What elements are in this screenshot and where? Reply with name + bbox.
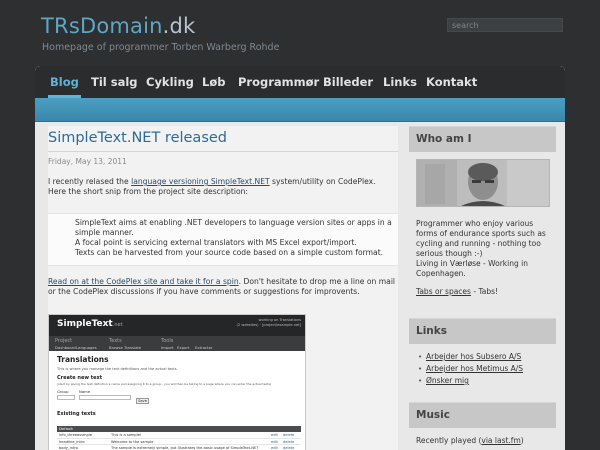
nav-item-blog[interactable]: Blog: [50, 75, 79, 89]
page-wrapper: Blog Til salg Cykling Løb Programmør Bil…: [35, 66, 565, 450]
simpletext-link[interactable]: language versioning SimpleText.NET: [131, 177, 270, 186]
screenshot-group-label: Group: [57, 389, 69, 394]
site-tagline: Homepage of programmer Torben Warberg Ro…: [42, 42, 280, 53]
nav-item-til-salg[interactable]: Til salg: [91, 75, 138, 89]
site-title-suffix: .dk: [162, 14, 196, 38]
screenshot-header: SimpleText.net working on Translations (2…: [49, 315, 305, 336]
screenshot-nav-header: Project: [55, 338, 73, 344]
screenshot-heading: Translations: [57, 355, 109, 364]
search-input[interactable]: [447, 18, 563, 32]
link-subsero[interactable]: Arbejder hos Subsero A/S: [426, 352, 521, 361]
screenshot-create-desc: (start by giving the text definition a n…: [57, 382, 272, 386]
post-readmore: Read on at the CodePlex site and take it…: [48, 277, 396, 287]
intro-text: I recently relased the: [48, 177, 132, 186]
tabs-or-spaces-link[interactable]: Tabs or spaces: [416, 287, 471, 296]
screenshot-name-field: [79, 395, 131, 400]
readmore-text: . Don't hesitate to drop me a line on ma…: [238, 277, 396, 286]
nav-item-billeder[interactable]: Billeder: [323, 75, 373, 89]
nav-item-cykling[interactable]: Cykling: [146, 75, 194, 89]
site-title[interactable]: TRsDomain.dk: [41, 14, 195, 38]
screenshot-nav-link: Export: [177, 345, 190, 350]
nav-item-links[interactable]: Links: [383, 75, 417, 89]
tabs-or-spaces: Tabs or spaces - Tabs!: [416, 287, 554, 297]
list-item: • Arbejder hos Metimus A/S: [418, 364, 523, 373]
screenshot-group-select: [57, 395, 75, 400]
screenshot-nav-link: Import: [161, 345, 174, 350]
screenshot-nav-link: Extractor: [195, 345, 213, 350]
screenshot-user-info: working on Translations (2 websites) · [p…: [236, 318, 301, 327]
screenshot-desc: This is where you manage the text defini…: [57, 367, 178, 371]
whoami-heading-box: Who am I: [409, 126, 556, 152]
post-intro-line2: Here the short snip from the project sit…: [48, 187, 248, 196]
simpletext-screenshot[interactable]: SimpleText.net working on Translations (2…: [48, 314, 306, 450]
bullet-icon: •: [418, 353, 423, 361]
post-date: Friday, May 13, 2011: [48, 157, 127, 166]
portrait-image: [417, 160, 549, 206]
site-title-main: TRsDomain: [41, 14, 163, 38]
quote-line: A focal point is servicing external tran…: [75, 238, 357, 247]
screenshot-table: Default info_threeassmple This is a samp…: [57, 426, 301, 450]
tabs-suffix: - Tabs!: [470, 287, 499, 296]
screenshot-nav-header: Texts: [109, 338, 122, 344]
avatar: [416, 159, 550, 207]
bio-line: Copenhagen.: [416, 269, 466, 278]
nav-item-lob[interactable]: Løb: [202, 75, 225, 89]
screenshot-nav-link: Translate: [124, 345, 142, 350]
intro-text-end: system/utility on CodePlex.: [269, 177, 376, 186]
music-text: Recently played (via last.fm): [416, 436, 524, 445]
whoami-heading: Who am I: [416, 133, 472, 145]
screenshot-logo: SimpleText.net: [57, 319, 123, 329]
bio-line: Living in Værløse - Working in: [416, 259, 528, 268]
list-item: • Arbejder hos Subsero A/S: [418, 352, 521, 361]
main-nav: Blog Til salg Cykling Løb Programmør Bil…: [35, 66, 565, 98]
nav-item-programmor[interactable]: Programmør: [238, 75, 319, 89]
screenshot-nav-link: Dashboard: [55, 345, 76, 350]
bio-line: serious though :-): [416, 249, 483, 258]
post-intro: I recently relased the language versioni…: [48, 177, 396, 187]
music-heading: Music: [416, 409, 450, 421]
screenshot-create-heading: Create new text: [57, 375, 103, 381]
bio-line: forms of endurance sports such as: [416, 229, 546, 238]
link-metimus[interactable]: Arbejder hos Metimus A/S: [426, 364, 523, 373]
bullet-icon: •: [418, 377, 423, 385]
post-readmore-line2: or the CodePlex discussions if you have …: [48, 287, 360, 296]
quote-line: simple manner.: [75, 228, 134, 237]
divider: [48, 151, 398, 152]
screenshot-save-button: Save: [136, 398, 149, 404]
music-heading-box: Music: [409, 402, 556, 428]
screenshot-nav-link: Browse: [109, 345, 123, 350]
screenshot-name-label: Name: [79, 389, 91, 394]
table-row: body_intro The sample is extremely simpl…: [57, 445, 301, 450]
link-onsker-mig[interactable]: Ønsker mig: [426, 376, 469, 385]
post-title[interactable]: SimpleText.NET released: [48, 130, 227, 146]
quote-line: Texts can be harvested from your source …: [75, 248, 384, 257]
nav-item-kontakt[interactable]: Kontakt: [426, 75, 477, 89]
screenshot-nav: Project Texts Tools Dashboard Languages …: [49, 336, 305, 351]
screenshot-existing-heading: Existing texts: [57, 411, 96, 417]
screenshot-nav-link: Languages: [76, 345, 97, 350]
links-heading: Links: [416, 325, 447, 337]
bio-line: cycling and running - nothing too: [416, 239, 541, 248]
list-item: • Ønsker mig: [418, 376, 469, 385]
lastfm-link[interactable]: via last.fm: [481, 436, 520, 445]
bullet-icon: •: [418, 365, 423, 373]
sidebar: Who am I Programmer who enjoy various fo…: [409, 126, 556, 450]
screenshot-nav-header: Tools: [161, 338, 174, 344]
codeplex-link[interactable]: Read on at the CodePlex site and take it…: [48, 277, 239, 286]
bio-line: Programmer who enjoy various: [416, 219, 534, 228]
links-heading-box: Links: [409, 318, 556, 344]
quote-block: SimpleText aims at enabling .NET develop…: [48, 213, 398, 266]
banner-strip: [35, 98, 565, 122]
quote-line: SimpleText aims at enabling .NET develop…: [75, 218, 392, 227]
